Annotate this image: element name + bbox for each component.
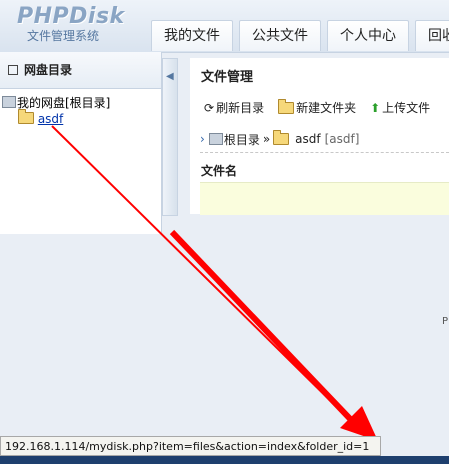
column-header-filename[interactable]: 文件名 xyxy=(201,162,237,179)
tab-user-center[interactable]: 个人中心 xyxy=(327,20,409,51)
tree-item-label[interactable]: asdf xyxy=(38,112,63,126)
chevron-left-icon: ◀ xyxy=(166,71,174,82)
breadcrumb: › 根目录 » asdf [asdf] xyxy=(200,126,449,153)
logo-subtitle: 文件管理系统 xyxy=(27,29,100,43)
breadcrumb-separator: » xyxy=(262,132,271,146)
breadcrumb-current-bracket: [asdf] xyxy=(324,132,360,146)
sidebar: 网盘目录 我的网盘[根目录] asdf xyxy=(0,52,162,234)
sidebar-toggle[interactable]: ◀ xyxy=(162,58,178,216)
folder-icon xyxy=(273,130,290,145)
disk-icon xyxy=(208,133,223,145)
breadcrumb-root[interactable]: 根目录 xyxy=(224,131,260,148)
tree-item-label[interactable]: 我的网盘[根目录] xyxy=(17,96,110,110)
tab-recycle[interactable]: 回收 xyxy=(415,20,449,51)
logo[interactable]: PHPDisk 文件管理系统 xyxy=(17,4,125,44)
collapse-box-icon[interactable] xyxy=(8,65,18,75)
os-taskbar xyxy=(0,456,449,464)
main-tabs: 我的文件 公共文件 个人中心 回收 xyxy=(151,20,449,52)
sidebar-title: 网盘目录 xyxy=(24,63,73,77)
tab-my-files[interactable]: 我的文件 xyxy=(151,20,233,51)
tab-public-files[interactable]: 公共文件 xyxy=(239,20,321,51)
toolbar: ⟳ 刷新目录 新建文件夹 ⬆ 上传文件 xyxy=(204,98,444,116)
refresh-button[interactable]: ⟳ 刷新目录 xyxy=(204,99,264,116)
status-url: 192.168.1.114/mydisk.php?item=files&acti… xyxy=(5,440,370,453)
upload-arrow-icon: ⬆ xyxy=(370,100,381,115)
sidebar-header: 网盘目录 xyxy=(0,52,161,89)
refresh-label: 刷新目录 xyxy=(216,101,265,115)
folder-tree: 我的网盘[根目录] asdf xyxy=(0,89,161,127)
folder-icon xyxy=(278,98,295,114)
upload-label: 上传文件 xyxy=(382,101,431,115)
empty-file-row xyxy=(200,182,449,215)
footer-text-fragment: P xyxy=(442,316,449,327)
browser-status-bar: 192.168.1.114/mydisk.php?item=files&acti… xyxy=(0,436,381,456)
chevron-right-icon: › xyxy=(200,132,205,146)
logo-text: PHPDisk xyxy=(17,4,125,29)
new-folder-button[interactable]: 新建文件夹 xyxy=(278,98,357,116)
annotation-arrow-shaft xyxy=(169,229,358,427)
app-header: PHPDisk 文件管理系统 我的文件 公共文件 个人中心 回收 xyxy=(0,0,449,53)
refresh-icon: ⟳ xyxy=(204,100,215,115)
page-title: 文件管理 xyxy=(201,70,254,85)
new-folder-label: 新建文件夹 xyxy=(296,101,357,115)
disk-icon xyxy=(2,96,16,108)
folder-icon xyxy=(18,109,34,124)
upload-button[interactable]: ⬆ 上传文件 xyxy=(370,99,430,116)
tree-item-asdf[interactable]: asdf xyxy=(0,109,161,127)
file-manager-panel: 文件管理 ⟳ 刷新目录 新建文件夹 ⬆ 上传文件 › 根目录 » asdf [a… xyxy=(190,58,449,215)
breadcrumb-current[interactable]: asdf xyxy=(295,132,320,146)
